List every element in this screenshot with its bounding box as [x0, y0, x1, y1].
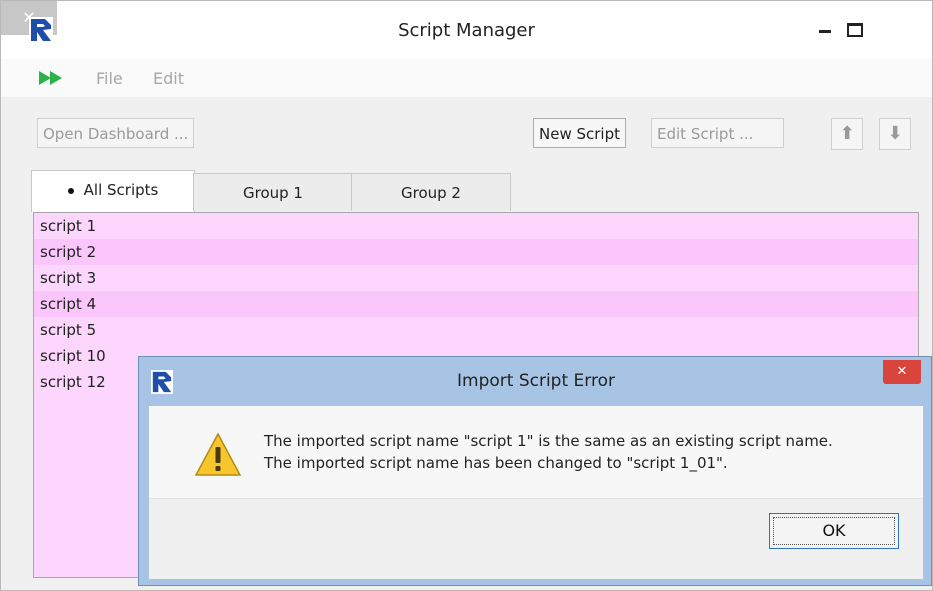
ok-button[interactable]: OK	[769, 513, 899, 549]
tab-group-1[interactable]: Group 1	[193, 173, 353, 211]
edit-script-button[interactable]: Edit Script ...	[651, 118, 784, 148]
list-item[interactable]: script 1	[34, 213, 918, 239]
list-item[interactable]: script 4	[34, 291, 918, 317]
title-bar: Script Manager ✕	[1, 1, 932, 59]
dialog-title: Import Script Error	[457, 371, 615, 391]
menu-bar: File Edit	[1, 59, 932, 97]
list-item[interactable]: script 5	[34, 317, 918, 343]
list-item[interactable]: script 2	[34, 239, 918, 265]
tab-group-2[interactable]: Group 2	[351, 173, 511, 211]
dialog-message: The imported script name "script 1" is t…	[264, 430, 833, 474]
minimize-button[interactable]	[809, 7, 839, 41]
tab-group-1-label: Group 1	[243, 184, 303, 202]
window-title: Script Manager	[398, 20, 535, 41]
dialog-message-line-1: The imported script name "script 1" is t…	[264, 432, 833, 450]
run-arrows-icon[interactable]	[39, 71, 67, 85]
open-dashboard-button[interactable]: Open Dashboard ...	[37, 118, 195, 148]
maximize-button[interactable]	[839, 7, 869, 41]
tab-group-2-label: Group 2	[401, 184, 461, 202]
warning-icon	[194, 432, 242, 476]
list-item[interactable]: script 3	[34, 265, 918, 291]
tab-all-scripts-label: All Scripts	[83, 181, 159, 199]
tab-all-scripts[interactable]: All Scripts	[31, 170, 195, 212]
new-script-button[interactable]: New Script	[533, 118, 626, 148]
dialog-body: The imported script name "script 1" is t…	[149, 406, 923, 579]
dialog-message-line-2: The imported script name has been change…	[264, 454, 728, 472]
dialog-close-button[interactable]: ✕	[883, 360, 921, 384]
menu-edit[interactable]: Edit	[153, 69, 184, 88]
move-up-icon[interactable]: ⬆	[831, 118, 863, 150]
move-down-icon[interactable]: ⬇	[879, 118, 911, 150]
import-script-error-dialog: Import Script Error ✕ The imported scrip…	[138, 356, 932, 586]
active-tab-bullet	[67, 187, 74, 194]
menu-file[interactable]: File	[96, 69, 123, 88]
